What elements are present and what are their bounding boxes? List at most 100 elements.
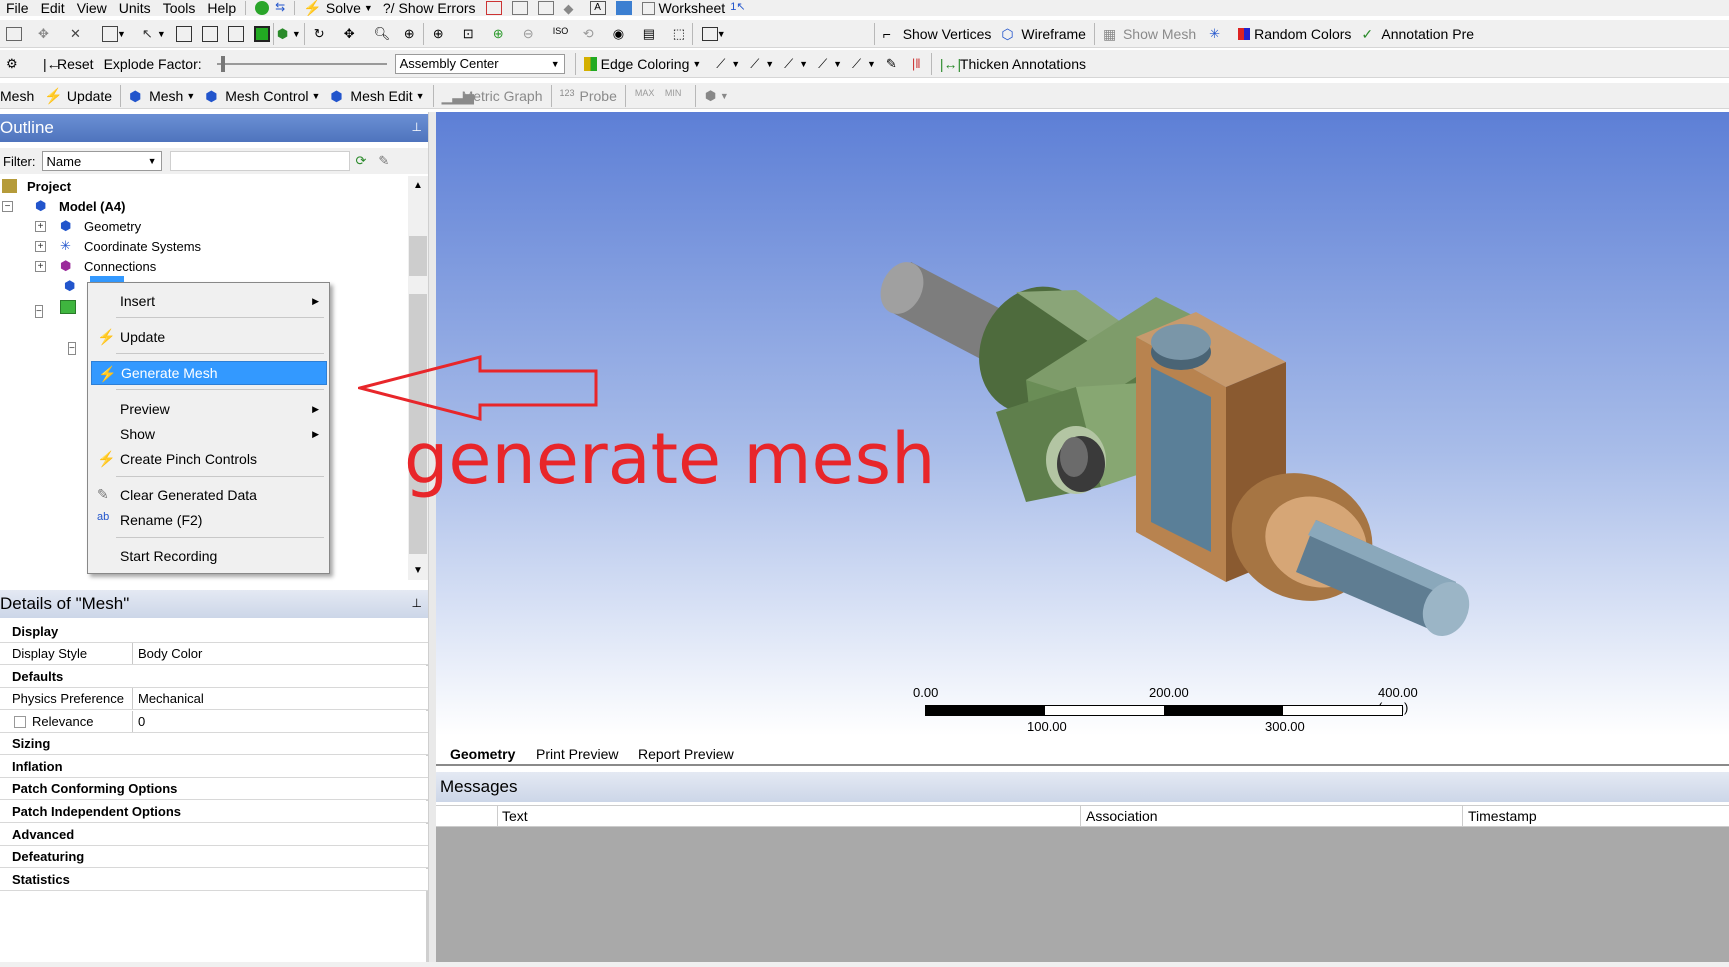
- arrows-icon[interactable]: ⇆: [275, 0, 291, 16]
- row-physics-preference[interactable]: Physics Preference Mechanical: [0, 688, 428, 710]
- annotation-prefs-button[interactable]: ✓ Annotation Pre: [1356, 22, 1479, 46]
- metric-graph-button[interactable]: ▁▃▅ Metric Graph: [437, 84, 548, 108]
- row-display-style[interactable]: Display Style Body Color: [0, 643, 428, 665]
- probe-button[interactable]: 123 Probe: [555, 84, 622, 108]
- menu-show[interactable]: Show ▶: [91, 422, 327, 446]
- physics-value[interactable]: Mechanical: [133, 688, 428, 709]
- expand-icon[interactable]: +: [35, 260, 46, 272]
- display-icon[interactable]: [615, 1, 632, 15]
- section-patch-independent[interactable]: Patch Independent Options: [0, 801, 428, 823]
- triad-icon[interactable]: ✳: [1209, 26, 1225, 42]
- assembly-select[interactable]: Assembly Center ▼: [394, 53, 565, 74]
- edge-tool-3-icon[interactable]: ⟋: [784, 56, 800, 72]
- abc-icon[interactable]: [511, 1, 528, 15]
- panel-splitter[interactable]: [428, 112, 436, 967]
- box-select-icon[interactable]: [102, 25, 118, 42]
- thin-icon[interactable]: |‖: [912, 56, 928, 72]
- body-select-icon[interactable]: [227, 25, 244, 42]
- menu-units[interactable]: Units: [113, 0, 157, 16]
- expand-icon[interactable]: +: [35, 220, 46, 232]
- text-icon[interactable]: A: [589, 1, 606, 15]
- random-colors-button[interactable]: Random Colors: [1233, 22, 1356, 46]
- update-button[interactable]: ⚡ Update: [39, 84, 117, 108]
- viewport-icon[interactable]: [701, 26, 718, 41]
- edge-coloring-button[interactable]: Edge Coloring ▼: [579, 52, 707, 76]
- edge-tool-1-icon[interactable]: ⟋: [716, 56, 732, 72]
- printer-icon[interactable]: ▤: [643, 26, 659, 42]
- menu-insert[interactable]: Insert ▶: [91, 289, 327, 313]
- pin-panel-icon[interactable]: ⊥: [412, 596, 422, 610]
- tab-print-preview[interactable]: Print Preview: [536, 744, 618, 764]
- menu-update[interactable]: ⚡ Update: [91, 325, 327, 349]
- tag-icon[interactable]: ◆: [564, 1, 580, 16]
- scroll-thumb[interactable]: [409, 236, 427, 276]
- menu-start-recording[interactable]: Start Recording: [91, 544, 327, 568]
- tree-solution-node[interactable]: −: [68, 339, 76, 355]
- menu-clear-generated-data[interactable]: ✎ Clear Generated Data: [91, 483, 327, 507]
- relevance-value[interactable]: 0: [133, 711, 428, 732]
- section-sizing[interactable]: Sizing: [0, 733, 428, 755]
- zoom-out-icon[interactable]: ⊖: [523, 26, 539, 42]
- min-icon[interactable]: MIN: [665, 88, 682, 104]
- col-timestamp[interactable]: Timestamp: [1468, 808, 1537, 824]
- menu-generate-mesh[interactable]: ⚡ Generate Mesh: [91, 361, 327, 385]
- pin-panel-icon[interactable]: ⊥: [412, 120, 422, 134]
- collapse-icon[interactable]: −: [35, 305, 43, 318]
- edge-tool-2-icon[interactable]: ⟋: [750, 56, 766, 72]
- previous-view-icon[interactable]: ⟲: [583, 26, 599, 42]
- explode-slider-thumb[interactable]: [220, 55, 225, 72]
- wireframe-button[interactable]: ⬡ Wireframe: [996, 22, 1091, 46]
- thicken-annotations-button[interactable]: |↔| Thicken Annotations: [935, 52, 1091, 76]
- tree-coordinate-systems[interactable]: + ✳ Coordinate Systems: [35, 236, 201, 256]
- explode-icon[interactable]: ⚙: [6, 56, 22, 72]
- section-defeaturing[interactable]: Defeaturing: [0, 846, 428, 868]
- zoom-in-icon[interactable]: ⊕: [493, 26, 509, 42]
- menu-preview[interactable]: Preview ▶: [91, 397, 327, 421]
- row-relevance[interactable]: Relevance 0: [0, 711, 428, 733]
- image-icon[interactable]: [537, 1, 554, 15]
- extend-icon[interactable]: ⬢: [277, 26, 293, 42]
- pin-icon[interactable]: ✎: [886, 56, 902, 72]
- iso-icon[interactable]: ISO: [553, 26, 569, 42]
- edge-tool-5-icon[interactable]: ⟋: [852, 56, 868, 72]
- show-mesh-button[interactable]: ▦ Show Mesh: [1098, 22, 1201, 46]
- scroll-up-icon[interactable]: ▲: [413, 180, 423, 191]
- menu-file[interactable]: File: [0, 0, 35, 16]
- move-view-icon[interactable]: ✥: [344, 26, 360, 42]
- show-errors-button[interactable]: ?/Show Errors: [378, 0, 481, 16]
- tree-model[interactable]: − ⬢ Model (A4): [2, 196, 125, 216]
- tree-analysis-node[interactable]: −: [35, 300, 77, 318]
- green-body-icon[interactable]: [253, 25, 270, 42]
- tree-geometry[interactable]: + ⬢ Geometry: [35, 216, 141, 236]
- worksheet-button[interactable]: Worksheet: [637, 0, 731, 16]
- relevance-checkbox[interactable]: [14, 715, 26, 728]
- mesh-menu-button[interactable]: ⬢ Mesh ▼: [124, 84, 200, 108]
- solve-button[interactable]: ⚡ Solve ▼: [298, 0, 378, 16]
- scroll-down-icon[interactable]: ▼: [413, 565, 423, 576]
- section-inflation[interactable]: Inflation: [0, 756, 428, 778]
- cursor-icon[interactable]: 1↖: [730, 0, 746, 16]
- select-mode-icon[interactable]: [6, 26, 22, 41]
- max-icon[interactable]: MAX: [635, 88, 655, 104]
- chart-icon[interactable]: [485, 1, 502, 15]
- section-statistics[interactable]: Statistics: [0, 869, 428, 891]
- clear-filter-icon[interactable]: ✎: [378, 153, 389, 169]
- explode-slider[interactable]: [216, 54, 387, 74]
- col-text[interactable]: Text: [502, 808, 528, 824]
- rotate-icon[interactable]: ✕: [70, 26, 86, 42]
- menu-edit[interactable]: Edit: [35, 0, 71, 16]
- label-icon[interactable]: ⬚: [673, 26, 689, 42]
- hexagon-icon[interactable]: ⬢: [705, 88, 721, 104]
- zoom-icon[interactable]: 🔍︎: [374, 26, 391, 42]
- show-vertices-button[interactable]: ⌐ Show Vertices: [878, 22, 997, 46]
- section-patch-conforming[interactable]: Patch Conforming Options: [0, 778, 428, 800]
- tree-connections[interactable]: + ⬢ Connections: [35, 256, 156, 276]
- tree-project[interactable]: Project: [2, 176, 71, 196]
- mesh-edit-button[interactable]: ⬢ Mesh Edit ▼: [325, 84, 429, 108]
- reset-button[interactable]: |← Reset: [38, 52, 99, 76]
- tab-report-preview[interactable]: Report Preview: [638, 744, 734, 764]
- filter-input[interactable]: [169, 151, 350, 171]
- menu-tools[interactable]: Tools: [157, 0, 202, 16]
- expand-icon[interactable]: +: [35, 240, 46, 252]
- zoom-window-icon[interactable]: ⊡: [463, 26, 479, 42]
